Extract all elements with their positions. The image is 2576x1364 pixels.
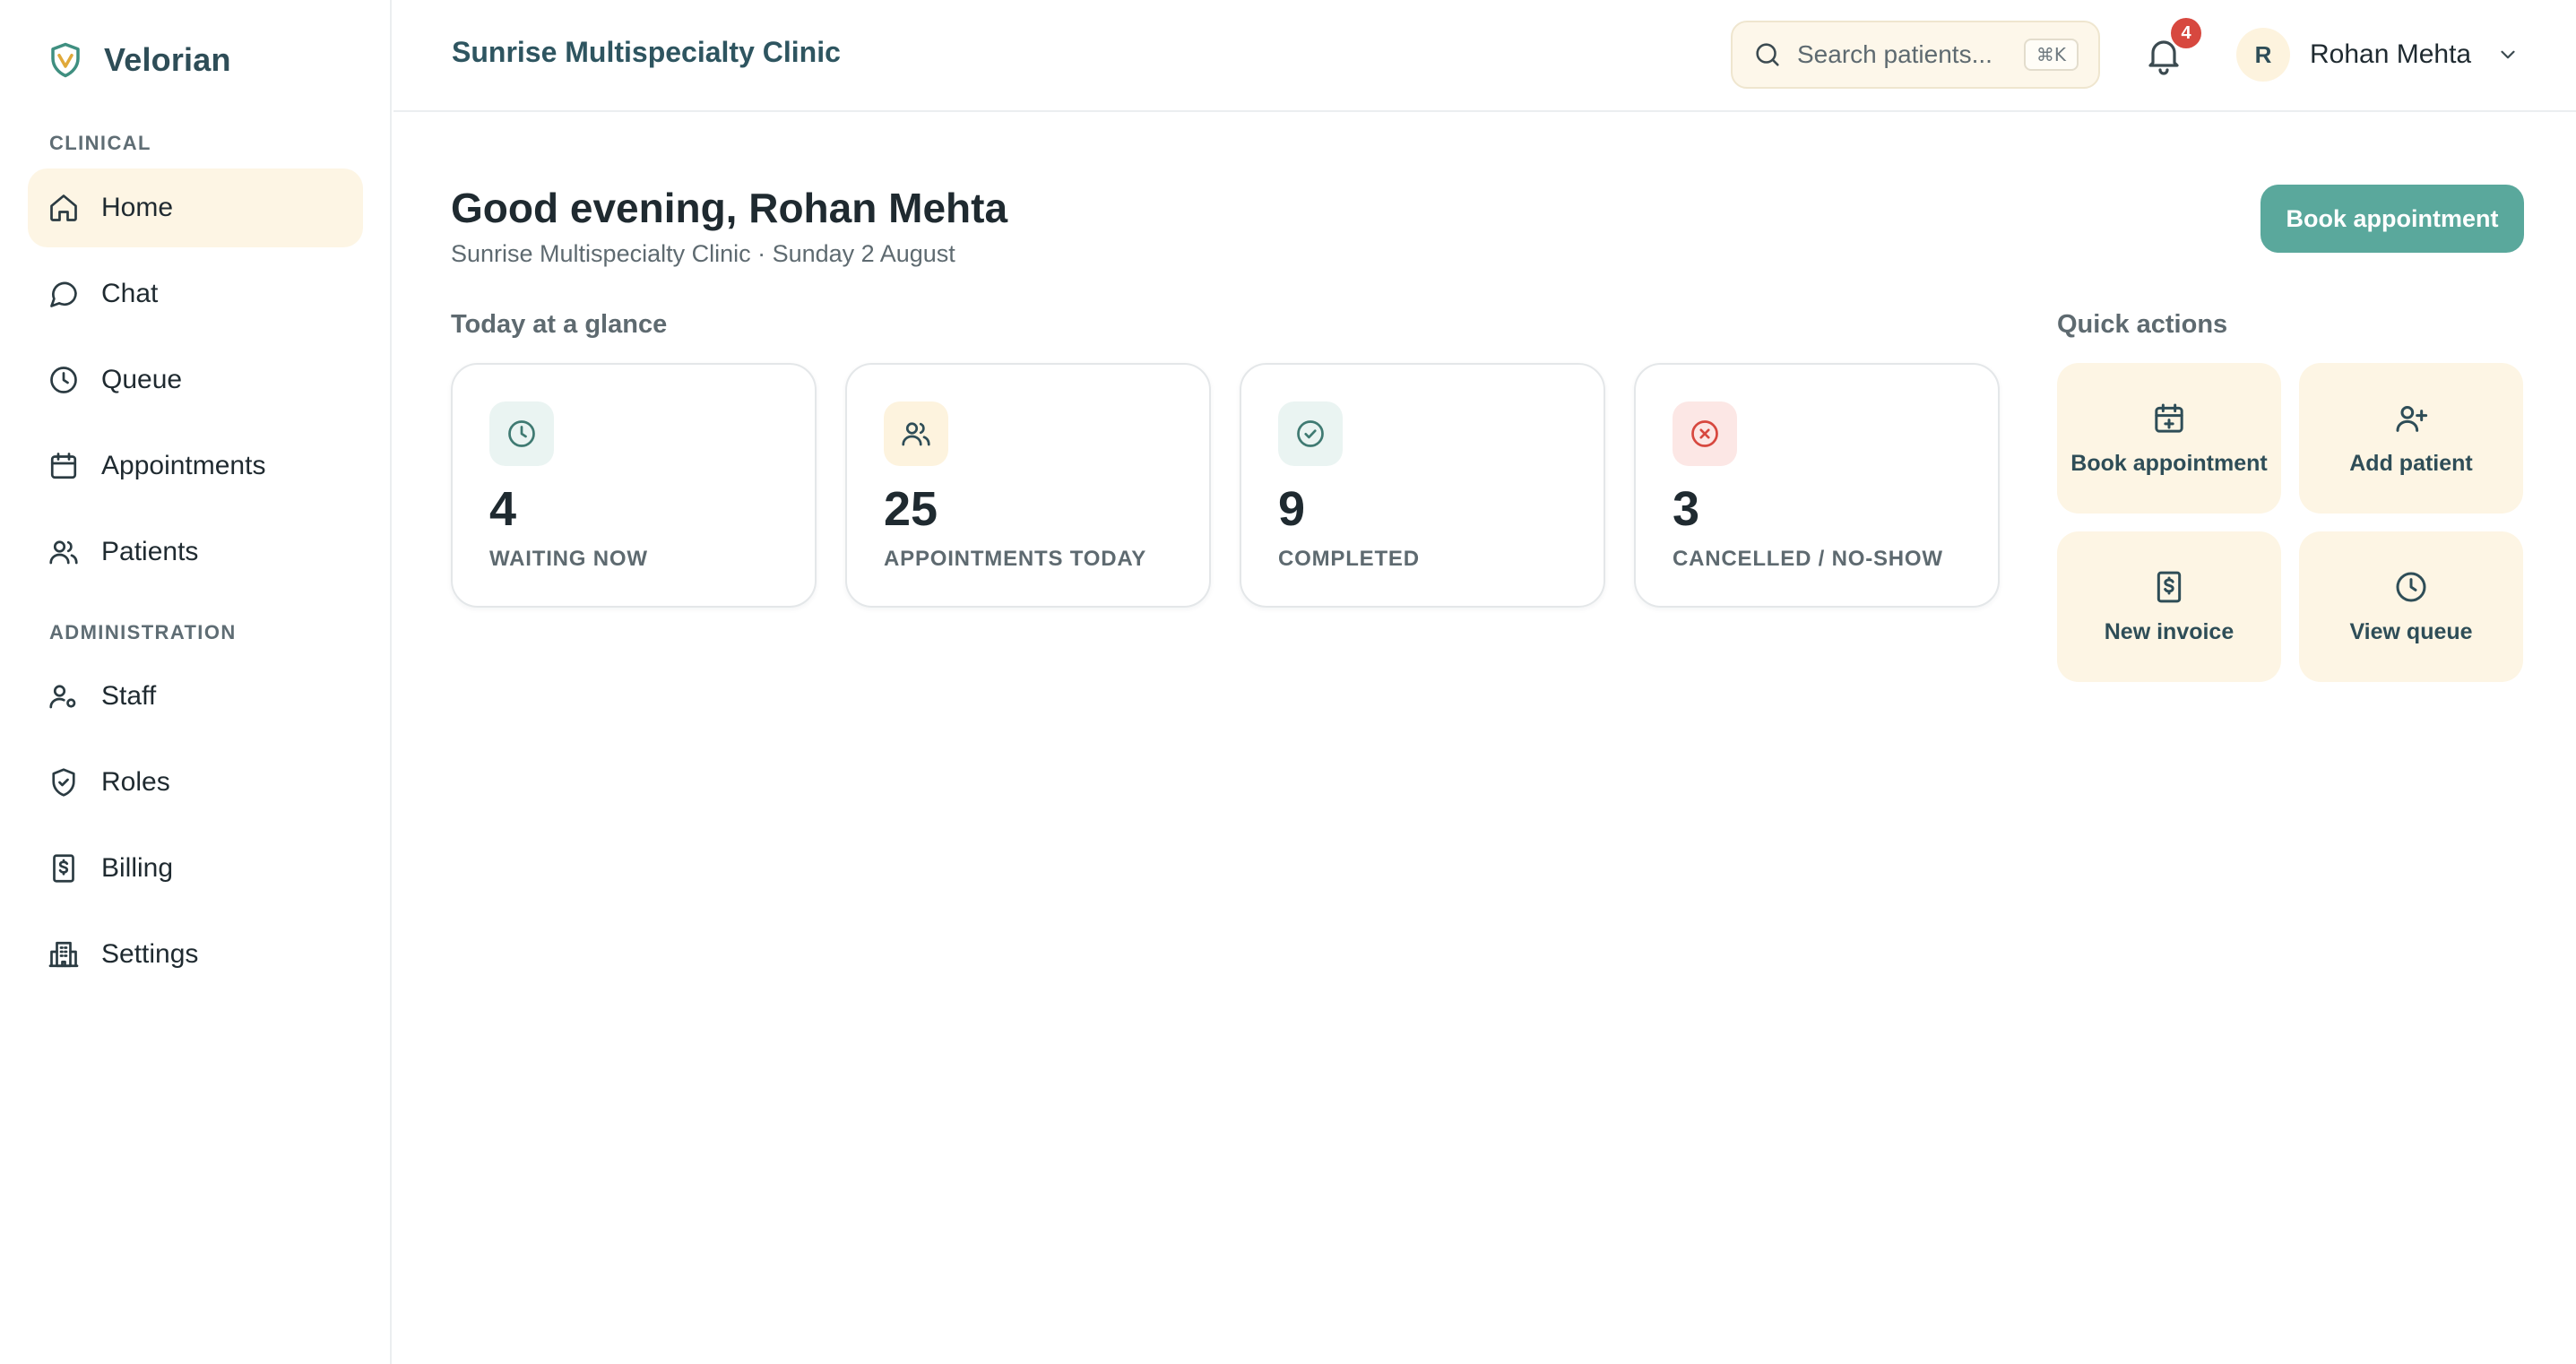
stat-card-appointments-today: 25 APPOINTMENTS TODAY	[845, 363, 1211, 608]
quick-action-book-appointment[interactable]: Book appointment	[2057, 363, 2281, 514]
sidebar-item-label: Appointments	[101, 451, 266, 480]
sidebar-item-staff[interactable]: Staff	[28, 657, 363, 736]
stat-card-completed: 9 COMPLETED	[1240, 363, 1605, 608]
clock-icon	[508, 420, 535, 447]
stat-value: 3	[1673, 482, 1700, 536]
chevron-down-icon	[2501, 50, 2515, 59]
search-input[interactable]: Search patients... ⌘K	[1731, 21, 2100, 89]
chat-icon	[50, 281, 77, 307]
page-title: Good evening, Rohan Mehta	[451, 185, 1008, 231]
stat-value: 4	[489, 482, 517, 536]
quick-action-view-queue[interactable]: View queue	[2299, 531, 2523, 682]
sidebar-item-label: Settings	[101, 939, 199, 969]
page-subtitle: Sunrise Multispecialty Clinic · Sunday 2…	[451, 240, 955, 267]
section-label-administration: ADMINISTRATION	[49, 621, 237, 643]
sidebar-item-chat[interactable]: Chat	[28, 255, 363, 333]
quick-action-new-invoice[interactable]: New invoice	[2057, 531, 2281, 682]
clock-icon	[2396, 572, 2426, 602]
sidebar-item-appointments[interactable]: Appointments	[28, 427, 363, 505]
avatar: R	[2236, 28, 2290, 82]
stat-label: APPOINTMENTS TODAY	[884, 547, 1147, 571]
stat-value: 9	[1278, 482, 1306, 536]
sidebar-item-label: Patients	[101, 537, 199, 566]
check-circle-icon	[1297, 420, 1324, 447]
sidebar-item-label: Home	[101, 193, 174, 222]
stat-label: WAITING NOW	[489, 547, 648, 571]
stat-label: CANCELLED / NO-SHOW	[1673, 547, 1943, 571]
stat-icon-wrap	[489, 401, 554, 466]
stat-value: 25	[884, 482, 938, 536]
stat-icon-wrap	[1278, 401, 1343, 466]
users-icon	[49, 540, 78, 565]
sidebar: Velorian CLINICAL Home Chat Queue Appoin…	[0, 0, 392, 1364]
stat-label: COMPLETED	[1278, 547, 1420, 571]
shield-icon	[52, 768, 75, 797]
user-menu[interactable]: R Rohan Mehta	[2236, 28, 2520, 82]
stat-icon-wrap	[1673, 401, 1737, 466]
building-icon	[48, 941, 79, 968]
x-circle-icon	[1691, 420, 1718, 447]
calendar-icon	[50, 453, 77, 479]
clinic-title: Sunrise Multispecialty Clinic	[452, 36, 841, 68]
top-header: Sunrise Multispecialty Clinic Search pat…	[393, 0, 2576, 112]
sidebar-item-label: Chat	[101, 279, 159, 308]
quick-action-label: Add patient	[2349, 451, 2473, 476]
search-placeholder: Search patients...	[1797, 40, 1993, 68]
sidebar-item-settings[interactable]: Settings	[28, 915, 363, 994]
sidebar-item-label: Queue	[101, 365, 183, 394]
clock-icon	[50, 367, 77, 393]
brand-name: Velorian	[104, 41, 231, 78]
section-label-clinical: CLINICAL	[49, 132, 151, 154]
receipt-icon	[2157, 571, 2182, 603]
stat-icon-wrap	[884, 401, 948, 466]
search-icon	[1756, 43, 1779, 66]
sidebar-item-label: Roles	[101, 767, 170, 797]
calendar-plus-icon	[2155, 403, 2183, 433]
stat-card-waiting: 4 WAITING NOW	[451, 363, 817, 608]
quick-action-label: Book appointment	[2070, 451, 2268, 476]
user-plus-icon	[2396, 406, 2428, 432]
user-name: Rohan Mehta	[2310, 39, 2472, 69]
home-icon	[50, 194, 77, 221]
glance-section-title: Today at a glance	[451, 310, 668, 339]
receipt-icon	[53, 854, 74, 883]
sidebar-item-billing[interactable]: Billing	[28, 829, 363, 908]
sidebar-item-label: Billing	[101, 853, 174, 883]
book-appointment-button[interactable]: Book appointment	[2260, 185, 2524, 253]
quick-action-label: New invoice	[2104, 619, 2235, 644]
user-cog-icon	[49, 685, 76, 709]
quick-actions-title: Quick actions	[2057, 310, 2228, 339]
quick-action-label: View queue	[2349, 619, 2473, 644]
sidebar-item-patients[interactable]: Patients	[28, 513, 363, 591]
sidebar-item-label: Staff	[101, 681, 157, 711]
search-shortcut-hint: ⌘K	[2023, 39, 2079, 71]
sidebar-item-roles[interactable]: Roles	[28, 743, 363, 822]
stat-card-cancelled: 3 CANCELLED / NO-SHOW	[1634, 363, 2000, 608]
brand[interactable]: Velorian	[47, 41, 231, 79]
sidebar-item-queue[interactable]: Queue	[28, 341, 363, 419]
velorian-logo-icon	[51, 42, 80, 78]
quick-action-add-patient[interactable]: Add patient	[2299, 363, 2523, 514]
notification-badge: 4	[2171, 18, 2201, 48]
sidebar-item-home[interactable]: Home	[28, 168, 363, 247]
users-icon	[902, 422, 930, 446]
